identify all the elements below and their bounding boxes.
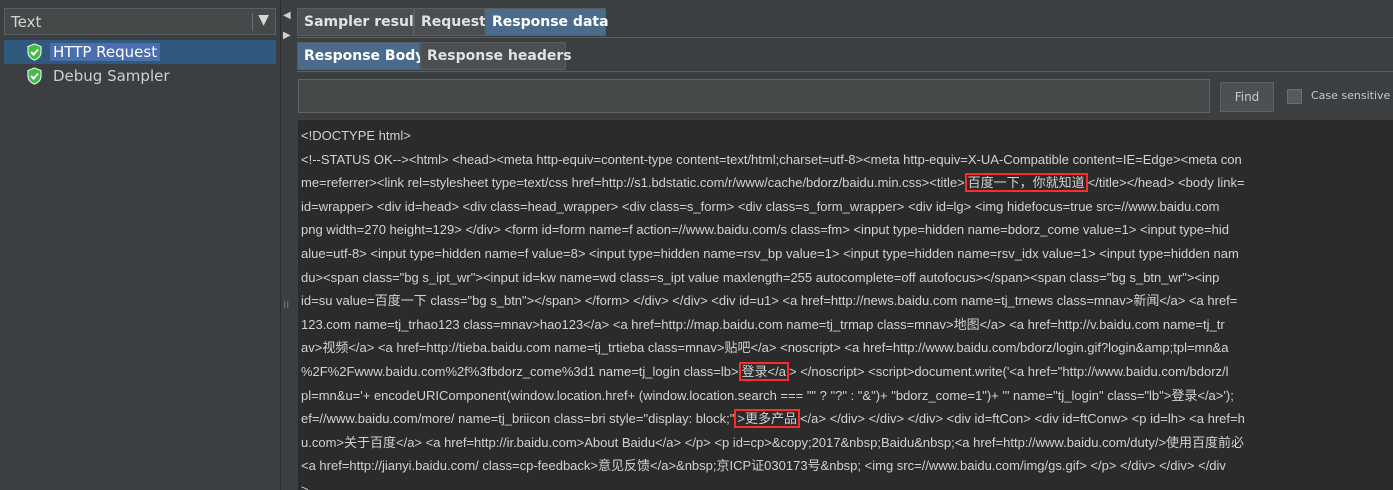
find-button[interactable]: Find: [1220, 82, 1274, 112]
renderer-select[interactable]: Text ▼: [4, 8, 276, 35]
response-text-segment: du><span class="bg s_ipt_wr"><input id=k…: [301, 269, 1220, 285]
renderer-select-value: Text: [11, 13, 42, 31]
response-line: <!--STATUS OK--><html> <head><meta http-…: [301, 148, 1393, 172]
collapse-left-icon[interactable]: ◀: [283, 10, 291, 21]
response-line: pl=mn&u='+ encodeURIComponent(window.loc…: [301, 384, 1393, 408]
response-line: png width=270 height=129> </div> <form i…: [301, 218, 1393, 242]
response-line: du><span class="bg s_ipt_wr"><input id=k…: [301, 266, 1393, 290]
response-text-segment: <!DOCTYPE html>: [301, 128, 411, 143]
response-text-segment: 123.com name=tj_trhao123 class=mnav>hao1…: [301, 316, 1225, 332]
response-line: id=wrapper> <div id=head> <div class=hea…: [301, 195, 1393, 219]
expand-right-icon[interactable]: ▶: [283, 30, 291, 41]
response-text-segment: %2F%2Fwww.baidu.com%2f%3fbdorz_come%3d1 …: [301, 363, 739, 379]
response-line: 123.com name=tj_trhao123 class=mnav>hao1…: [301, 313, 1393, 337]
response-text-segment: </title></head> <body link=: [1087, 175, 1245, 191]
highlight-box: >更多产品: [734, 409, 800, 429]
response-line: <!DOCTYPE html>: [301, 124, 1393, 148]
response-text-segment: me=referrer><link rel=stylesheet type=te…: [301, 175, 965, 191]
response-line: %2F%2Fwww.baidu.com%2f%3fbdorz_come%3d1 …: [301, 360, 1393, 384]
success-shield-icon: [27, 43, 42, 61]
response-text-segment: pl=mn&u='+ encodeURIComponent(window.loc…: [301, 387, 1234, 403]
response-text-segment: png width=270 height=129> </div> <form i…: [301, 222, 1229, 238]
response-tabs: Response Body Response headers: [297, 42, 1393, 72]
response-line: alue=utf-8> <input type=hidden name=f va…: [301, 242, 1393, 266]
response-text-segment: av>视频</a> <a href=http://tieba.baidu.com…: [301, 340, 1229, 356]
case-sensitive-checkbox[interactable]: [1287, 89, 1302, 104]
select-divider: [252, 13, 253, 31]
result-detail-panel: Sampler result Request Response data Res…: [295, 0, 1393, 490]
response-text-segment: <a href=http://jianyi.baidu.com/ class=c…: [301, 458, 1226, 474]
tree-item-http-request[interactable]: HTTP Request: [4, 40, 276, 64]
tree-item-debug-sampler[interactable]: Debug Sampler: [4, 64, 276, 88]
response-line: id=su value=百度一下 class="bg s_btn"></span…: [301, 289, 1393, 313]
case-sensitive-label: Case sensitive: [1311, 89, 1391, 102]
results-tree-panel: Text ▼ HTTP Request Debug Sampler: [0, 0, 281, 490]
sampler-tree: HTTP Request Debug Sampler: [4, 40, 276, 486]
drag-grip-icon[interactable]: ⁞⁞: [283, 300, 289, 311]
highlight-box: 百度一下，你就知道: [964, 173, 1088, 193]
response-text-segment: ef=//www.baidu.com/more/ name=tj_briicon…: [301, 411, 735, 427]
response-line: <a href=http://jianyi.baidu.com/ class=c…: [301, 454, 1393, 478]
response-line: av>视频</a> <a href=http://tieba.baidu.com…: [301, 336, 1393, 360]
response-text-segment: > </noscript> <script>document.write('<a…: [788, 363, 1229, 379]
result-tabs: Sampler result Request Response data: [297, 8, 1393, 38]
tab-response-body[interactable]: Response Body: [297, 42, 424, 70]
response-text-segment: id=wrapper> <div id=head> <div class=hea…: [301, 198, 1220, 214]
response-line: ef=//www.baidu.com/more/ name=tj_briicon…: [301, 407, 1393, 431]
response-line: >: [301, 478, 1393, 490]
response-text-segment: id=su value=百度一下 class="bg s_btn"></span…: [301, 293, 1238, 309]
tree-item-label: Debug Sampler: [53, 67, 170, 85]
tab-request[interactable]: Request: [414, 8, 486, 36]
highlight-box: 登录</a: [738, 361, 789, 381]
tree-item-label: HTTP Request: [50, 43, 161, 61]
tab-sampler-result[interactable]: Sampler result: [297, 8, 420, 36]
response-line: me=referrer><link rel=stylesheet type=te…: [301, 171, 1393, 195]
response-body-text: <!DOCTYPE html> <!--STATUS OK--><html> <h…: [301, 124, 1393, 490]
response-text-segment: alue=utf-8> <input type=hidden name=f va…: [301, 245, 1239, 261]
tab-response-headers[interactable]: Response headers: [420, 42, 572, 70]
response-text-segment: <!--STATUS OK--><html> <head><meta http-…: [301, 151, 1242, 167]
response-text-segment: >: [301, 481, 309, 490]
search-input[interactable]: [298, 79, 1210, 113]
chevron-down-icon[interactable]: ▼: [258, 12, 269, 28]
tab-underline: [297, 37, 1393, 38]
response-text-segment: u.com>关于百度</a> <a href=http://ir.baidu.c…: [301, 434, 1245, 450]
response-text-segment: </a> </div> </div> </div> <div id=ftCon>…: [799, 411, 1245, 427]
response-line: u.com>关于百度</a> <a href=http://ir.baidu.c…: [301, 431, 1393, 455]
split-pane-divider[interactable]: ◀ ▶ ⁞⁞: [281, 0, 295, 490]
left-top-strip: [0, 0, 281, 6]
response-body-panel: Find Case sensitive <!DOCTYPE html> <!--S…: [295, 72, 1393, 490]
tab-response-data[interactable]: Response data: [485, 8, 609, 36]
response-body-text-area[interactable]: <!DOCTYPE html> <!--STATUS OK--><html> <h…: [298, 120, 1393, 490]
success-shield-icon: [27, 67, 42, 85]
